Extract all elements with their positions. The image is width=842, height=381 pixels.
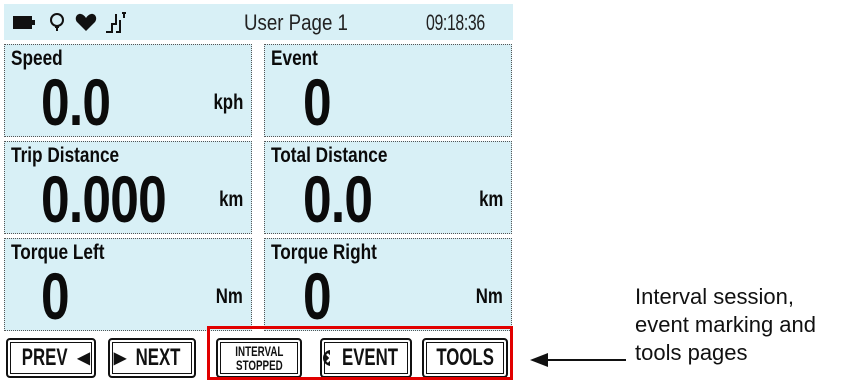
tile-unit: Nm	[475, 285, 503, 308]
tile-value: 0	[303, 65, 332, 139]
tile-total-distance: Total Distance 0.0 km	[264, 141, 512, 234]
highlight-box	[207, 326, 513, 380]
tile-torque-left: Torque Left 0 Nm	[4, 238, 252, 331]
tile-value: 0.000	[41, 162, 167, 236]
tile-value: 0	[41, 259, 70, 333]
arrow-left-icon	[530, 353, 626, 367]
tile-unit: kph	[213, 91, 243, 114]
prev-button[interactable]: PREV ◀	[6, 338, 96, 378]
annotation-line2: event marking and	[635, 312, 816, 337]
annotation-line3: tools pages	[635, 340, 748, 365]
tile-trip-distance: Trip Distance 0.000 km	[4, 141, 252, 234]
tile-event: Event 0	[264, 44, 512, 137]
device-screen: User Page 1 09:18:36 Speed 0.0 kph Event…	[0, 0, 515, 381]
tile-unit: Nm	[215, 285, 243, 308]
battery-icon	[13, 16, 35, 29]
tile-torque-right: Torque Right 0 Nm	[264, 238, 512, 331]
tile-unit: km	[478, 188, 503, 211]
triangle-right-icon: ▶	[113, 350, 127, 367]
sensor-icon	[106, 12, 126, 33]
tile-value: 0	[303, 259, 332, 333]
status-bar: User Page 1 09:18:36	[4, 4, 513, 40]
heart-icon	[75, 13, 97, 31]
page-title: User Page 1	[244, 10, 348, 35]
next-button[interactable]: ▶ NEXT	[108, 338, 196, 378]
tile-speed: Speed 0.0 kph	[4, 44, 252, 137]
bulb-icon	[50, 13, 64, 31]
next-label: NEXT	[135, 344, 181, 371]
clock: 09:18:36	[426, 10, 485, 35]
tile-value: 0.0	[303, 162, 373, 236]
tile-value: 0.0	[41, 65, 111, 139]
annotation-line1: Interval session,	[635, 284, 794, 309]
triangle-left-icon: ◀	[77, 350, 90, 367]
tile-unit: km	[218, 188, 243, 211]
annotation-text: Interval session, event marking and tool…	[635, 283, 840, 367]
prev-label: PREV	[21, 344, 68, 371]
